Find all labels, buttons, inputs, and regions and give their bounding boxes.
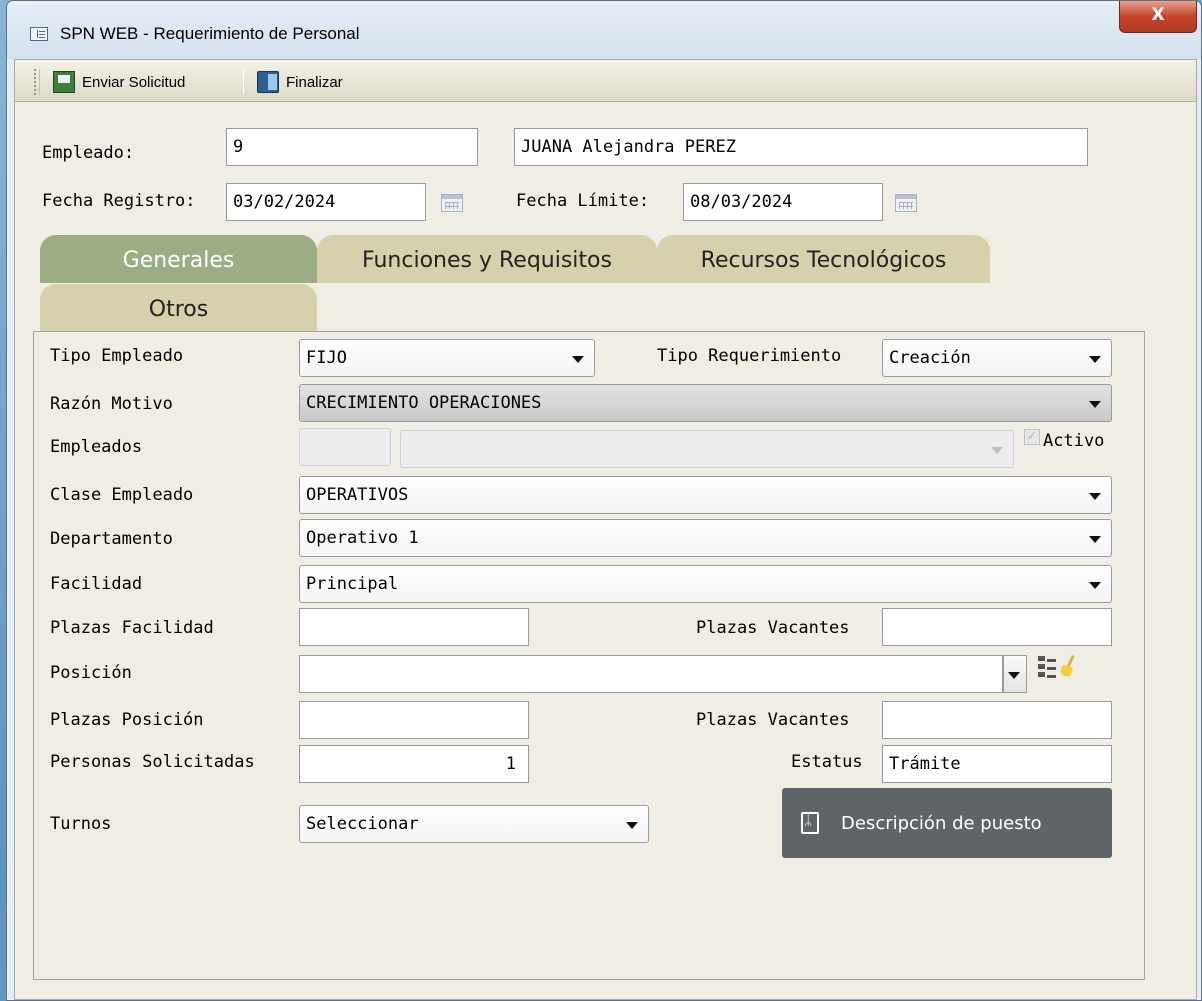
tab-otros[interactable]: Otros [40,284,317,332]
plazas-vacantes-label: Plazas Vacantes [696,618,850,638]
calendar-icon[interactable] [441,194,463,212]
tab-funciones-requisitos[interactable]: Funciones y Requisitos [317,235,657,283]
title-bar[interactable]: SPN WEB - Requerimiento de Personal X [7,1,1201,59]
departamento-select[interactable]: Operativo 1 [299,519,1112,557]
chevron-down-icon [626,822,638,829]
plazas-vacantes-field[interactable] [882,608,1112,646]
razon-motivo-value: CRECIMIENTO OPERACIONES [306,393,542,413]
facilidad-label: Facilidad [50,574,143,594]
plazas-posicion-label: Plazas Posición [50,710,204,730]
plazas-vacantes-label: Plazas Vacantes [696,710,850,730]
toolbar-separator [243,70,244,94]
razon-motivo-select[interactable]: CRECIMIENTO OPERACIONES [299,384,1112,422]
descripcion-puesto-label: Descripción de puesto [841,812,1042,834]
empleados-code-field[interactable] [299,428,391,466]
empleado-id-field[interactable]: 9 [226,128,478,166]
estatus-label: Estatus [791,752,863,772]
descripcion-puesto-button[interactable]: Descripción de puesto [782,788,1112,858]
tipo-empleado-select[interactable]: FIJO [299,339,595,377]
finalizar-button[interactable]: Finalizar [257,68,343,96]
fecha-limite-field[interactable]: 08/03/2024 [683,183,883,221]
chevron-down-icon [1089,582,1101,589]
departamento-value: Operativo 1 [306,528,419,548]
tipo-empleado-label: Tipo Empleado [50,346,184,366]
chevron-down-icon [991,447,1003,454]
turnos-select[interactable]: Seleccionar [299,805,649,843]
exit-door-icon [257,71,279,93]
clase-empleado-label: Clase Empleado [50,485,194,505]
close-button[interactable]: X [1119,1,1197,33]
fecha-limite-label: Fecha Límite: [516,191,650,211]
tipo-requerimiento-select[interactable]: Creación [882,339,1112,377]
empleado-name-field[interactable]: JUANA Alejandra PEREZ [514,128,1088,166]
pdf-icon [801,812,819,834]
tree-view-icon[interactable] [1036,655,1058,679]
plazas-vacantes-posicion-field[interactable] [882,701,1112,739]
posicion-dropdown-button[interactable] [1003,655,1027,693]
finalizar-label: Finalizar [286,73,343,91]
calendar-icon[interactable] [895,194,917,212]
chevron-down-icon [572,356,584,363]
tipo-requerimiento-value: Creación [889,348,971,368]
plazas-posicion-field[interactable] [299,701,529,739]
turnos-value: Seleccionar [306,814,419,834]
empleados-label: Empleados [50,437,143,457]
window-title: SPN WEB - Requerimiento de Personal [60,24,360,43]
chevron-down-icon [1089,401,1101,408]
activo-checkbox[interactable]: ✓ [1024,429,1040,445]
save-send-icon [53,71,75,93]
toolbar-grip[interactable] [34,69,40,95]
clase-empleado-select[interactable]: OPERATIVOS [299,476,1112,514]
enviar-solicitud-button[interactable]: Enviar Solicitud [53,68,185,96]
broom-clear-icon[interactable] [1060,655,1078,679]
tab-generales[interactable]: Generales [40,235,317,283]
chevron-down-icon [1089,356,1101,363]
facilidad-value: Principal [306,574,399,594]
tipo-requerimiento-label: Tipo Requerimiento [657,346,842,366]
enviar-solicitud-label: Enviar Solicitud [82,73,186,91]
razon-motivo-label: Razón Motivo [50,394,173,414]
chevron-down-icon [1008,672,1020,679]
posicion-label: Posición [50,663,132,683]
plazas-facilidad-label: Plazas Facilidad [50,618,214,638]
chevron-down-icon [1089,536,1101,543]
window-form-icon [30,27,48,41]
toolbar: Enviar Solicitud Finalizar [15,60,1196,102]
departamento-label: Departamento [50,529,173,549]
personas-solicitadas-field[interactable]: 1 [299,745,529,783]
clase-empleado-value: OPERATIVOS [306,485,409,505]
estatus-field: Trámite [882,745,1112,783]
turnos-label: Turnos [50,814,112,834]
activo-label: Activo [1043,431,1105,451]
chevron-down-icon [1089,493,1101,500]
empleados-select[interactable] [400,430,1014,468]
facilidad-select[interactable]: Principal [299,565,1112,603]
posicion-field[interactable] [299,655,1003,693]
tipo-empleado-value: FIJO [306,348,347,368]
fecha-registro-field[interactable]: 03/02/2024 [226,183,426,221]
empleado-label: Empleado: [42,143,135,163]
personas-solicitadas-label: Personas Solicitadas [50,752,255,772]
tab-recursos-tecnologicos[interactable]: Recursos Tecnológicos [657,235,990,283]
fecha-registro-label: Fecha Registro: [42,191,196,211]
plazas-facilidad-field[interactable] [299,608,529,646]
